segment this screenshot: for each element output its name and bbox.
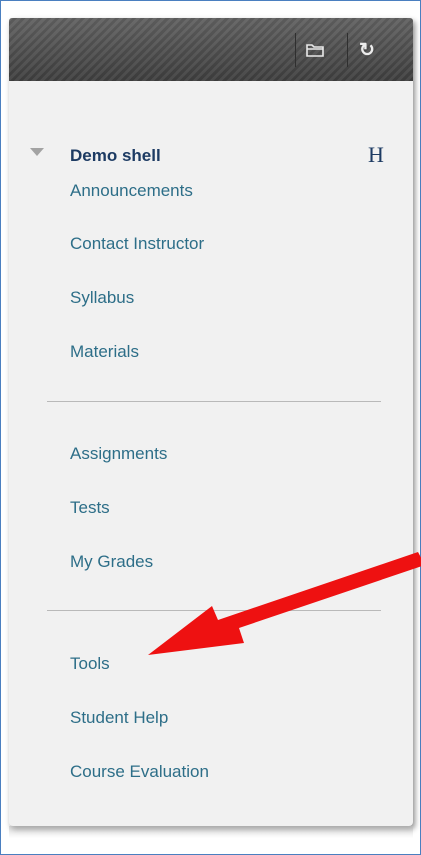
menu-item-contact-instructor[interactable]: Contact Instructor [70,234,204,254]
menu-divider [47,610,381,611]
menu-item-assignments[interactable]: Assignments [70,444,167,464]
course-menu-panel: ↻ Demo shell H Announcements Contact Ins… [9,18,413,826]
menu-item-materials[interactable]: Materials [70,342,139,362]
menu-item-my-grades[interactable]: My Grades [70,552,153,572]
menu-item-syllabus[interactable]: Syllabus [70,288,134,308]
refresh-icon: ↻ [359,39,375,61]
menu-item-course-evaluation[interactable]: Course Evaluation [70,762,209,782]
folder-view-button[interactable] [295,33,334,67]
course-header[interactable]: Demo shell H [9,140,413,170]
menu-item-announcements[interactable]: Announcements [70,181,193,201]
folder-icon [306,44,324,57]
menu-item-tools[interactable]: Tools [70,654,110,674]
page-edge-letter: H [368,142,384,167]
menu-divider [47,401,381,402]
refresh-button[interactable]: ↻ [347,33,386,67]
course-title[interactable]: Demo shell [70,146,161,166]
menu-item-student-help[interactable]: Student Help [70,708,168,728]
collapse-triangle-icon[interactable] [30,148,44,156]
course-menu-toolbar: ↻ [9,18,413,81]
menu-item-tests[interactable]: Tests [70,498,110,518]
panel-bottom-shadow [9,826,413,838]
